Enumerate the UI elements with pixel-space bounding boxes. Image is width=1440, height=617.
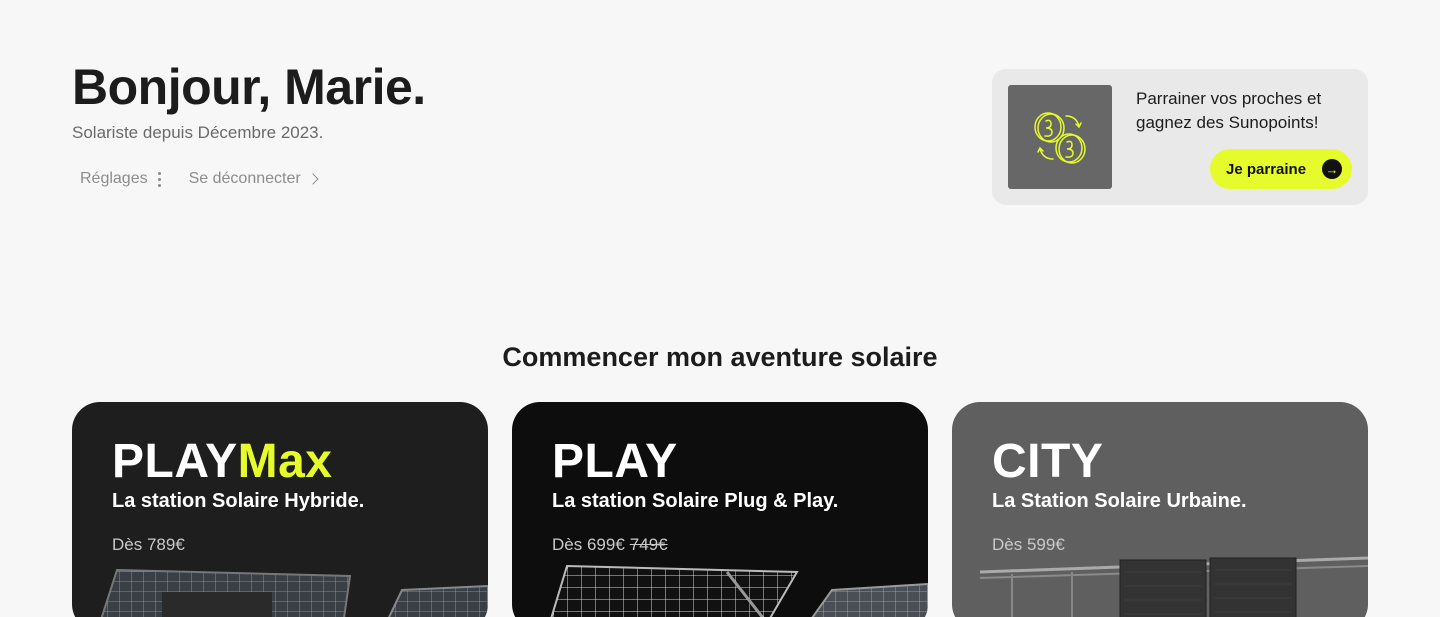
solar-station-image bbox=[550, 564, 928, 617]
settings-label: Réglages bbox=[80, 170, 148, 187]
product-tagline: La station Solaire Plug & Play. bbox=[552, 490, 839, 512]
referral-button-label: Je parraine bbox=[1226, 160, 1307, 178]
account-page: Bonjour, Marie. Solariste depuis Décembr… bbox=[0, 0, 1440, 617]
coins-exchange-icon bbox=[1034, 112, 1086, 164]
page-title: Bonjour, Marie. bbox=[72, 59, 426, 115]
referral-card: Parrainer vos proches et gagnez des Suno… bbox=[992, 69, 1368, 205]
product-card-play[interactable]: PLAY La station Solaire Plug & Play. Dès… bbox=[512, 402, 928, 617]
arrow-right-icon: → bbox=[1322, 159, 1342, 179]
product-name: CITY bbox=[992, 435, 1104, 488]
referral-thumbnail bbox=[1008, 85, 1112, 189]
logout-label: Se déconnecter bbox=[188, 170, 301, 187]
balcony-solar-image bbox=[979, 556, 1368, 617]
chevron-right-icon bbox=[307, 173, 319, 185]
member-since-text: Solariste depuis Décembre 2023. bbox=[72, 123, 324, 142]
product-tagline: La station Solaire Hybride. bbox=[112, 490, 365, 512]
product-card-city[interactable]: CITY La Station Solaire Urbaine. Dès 599… bbox=[952, 402, 1368, 617]
product-name: PLAYMax bbox=[112, 435, 333, 488]
logout-link[interactable]: Se déconnecter bbox=[188, 170, 319, 188]
referral-text: Parrainer vos proches et gagnez des Suno… bbox=[1136, 89, 1322, 132]
solar-station-image bbox=[100, 568, 488, 617]
section-title: Commencer mon aventure solaire bbox=[502, 342, 938, 372]
product-card-playmax[interactable]: PLAYMax La station Solaire Hybride. Dès … bbox=[72, 402, 488, 617]
settings-button[interactable]: Réglages bbox=[80, 170, 161, 188]
referral-button[interactable]: Je parraine → bbox=[1210, 149, 1352, 189]
product-tagline: La Station Solaire Urbaine. bbox=[992, 490, 1247, 512]
account-links: Réglages Se déconnecter bbox=[80, 170, 319, 188]
product-name: PLAY bbox=[552, 435, 678, 488]
kebab-menu-icon bbox=[157, 171, 161, 187]
